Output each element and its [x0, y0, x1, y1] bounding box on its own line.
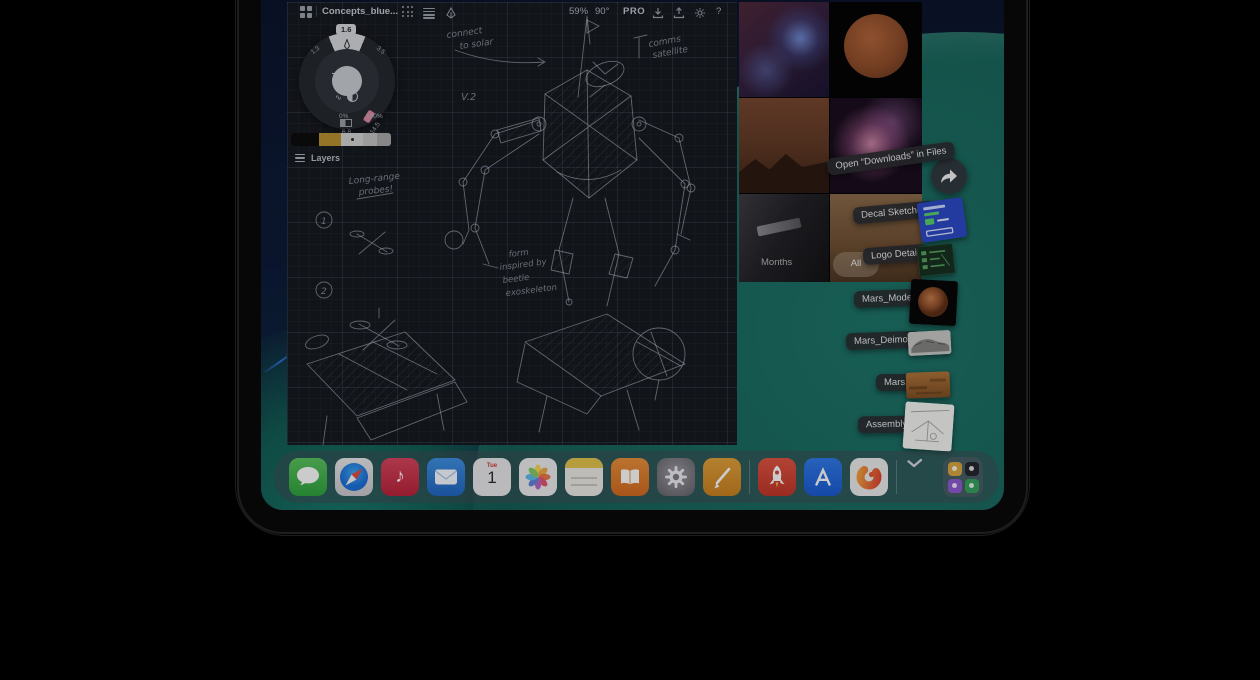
dock-divider	[749, 460, 750, 494]
notes-line	[571, 477, 597, 479]
drag-layer: Open “Downloads” in Files Decal Sketches…	[261, 0, 1004, 510]
ipad-device: Concepts_blue... 59% 90° PRO	[237, 0, 1028, 534]
thumb-decal-sketches[interactable]	[916, 197, 967, 243]
thumb-mars-model[interactable]	[909, 279, 958, 326]
thumb-mars-map[interactable]	[906, 371, 951, 399]
app-library-tile-dark	[965, 462, 979, 476]
chevron-down-icon	[905, 458, 923, 468]
app-library-tile-yellow	[948, 462, 962, 476]
dock-collapse-button[interactable]	[905, 458, 935, 496]
music-note-glyph: ♪	[395, 466, 405, 488]
notes-line	[571, 484, 597, 486]
ipad-screen: Concepts_blue... 59% 90° PRO	[261, 0, 1004, 510]
calendar-app-icon[interactable]: Tue 1	[473, 458, 511, 496]
pen-draw-app-icon[interactable]	[703, 458, 741, 496]
music-app-icon[interactable]: ♪	[381, 458, 419, 496]
dock: ♪ Tue 1	[274, 451, 999, 503]
thumb-logo-detail[interactable]	[917, 243, 956, 277]
concepts-app-icon[interactable]	[850, 458, 888, 496]
scene: Concepts_blue... 59% 90° PRO	[0, 0, 1260, 680]
forward-arrow-icon	[940, 168, 958, 184]
thumb-assembly[interactable]	[902, 401, 954, 451]
app-store-app-icon[interactable]	[804, 458, 842, 496]
messages-app-icon[interactable]	[289, 458, 327, 496]
notes-band	[565, 458, 603, 468]
thumb-mars-deimos[interactable]	[907, 330, 951, 356]
settings-app-icon[interactable]	[657, 458, 695, 496]
share-forward-button[interactable]	[931, 158, 967, 194]
calendar-day: 1	[473, 469, 511, 488]
app-library-tile-purple	[948, 479, 962, 493]
books-app-icon[interactable]	[611, 458, 649, 496]
safari-app-icon[interactable]	[335, 458, 373, 496]
app-library-icon[interactable]	[943, 457, 983, 497]
app-library-tile-green	[965, 479, 979, 493]
rocket-app-icon[interactable]	[758, 458, 796, 496]
notes-app-icon[interactable]	[565, 458, 603, 496]
mail-app-icon[interactable]	[427, 458, 465, 496]
photos-app-icon[interactable]	[519, 458, 557, 496]
dock-divider	[896, 460, 897, 494]
